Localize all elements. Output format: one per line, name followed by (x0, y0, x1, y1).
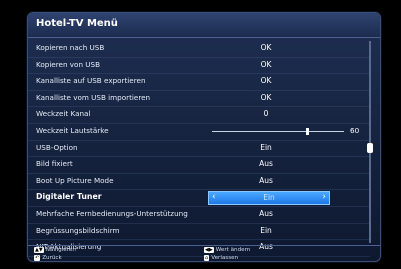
menu-item-label: Weckzeit Kanal (36, 109, 91, 119)
menu-item-value: Ein (260, 225, 272, 235)
menu-item-value: OK (260, 43, 272, 52)
menu-item-multi-remote-support[interactable]: Mehrfache Fernbedienungs-Unterstützung A… (28, 207, 370, 224)
hint-exit-label: Verlassen (211, 255, 239, 261)
menu-item-value: Aus (259, 175, 273, 185)
menu-item-label: Weckzeit Lautstärke (36, 125, 109, 135)
home-icon: ⌂ (204, 255, 210, 261)
menu-item-value: OK (260, 76, 272, 86)
menu-item-value: Aus (259, 208, 273, 218)
hotel-tv-menu: Hotel-TV Menü Kopieren nach USB OK Kopie… (27, 12, 381, 262)
hint-back-label: Zurück (42, 255, 62, 261)
menu-item-value: OK (260, 92, 272, 102)
hint-back: ↶ Zurück (34, 255, 62, 262)
up-down-arrows-icon: ▲▼ (34, 247, 44, 253)
tv-screen: Hotel-TV Menü Kopieren nach USB OK Kopie… (0, 0, 401, 269)
menu-item-digital-tuner[interactable]: Digitaler Tuner ‹ Ein › (28, 190, 370, 207)
menu-item-value: 0 (263, 109, 269, 119)
footer-hints: ▲▼ Navigieren ↶ Zurück ◀▶ Wert ändern ⌂ Verl… (28, 245, 380, 262)
menu-item-value: Ein (263, 193, 275, 203)
menu-item-alarm-volume[interactable]: Weckzeit Lautstärke 60 (28, 124, 370, 141)
menu-item-export-channel-list[interactable]: Kanalliste auf USB exportieren OK (28, 74, 370, 91)
menu-item-value: Aus (259, 159, 273, 169)
menu-item-label: Kopieren nach USB (36, 43, 105, 52)
menu-item-copy-from-usb[interactable]: Kopieren von USB OK (28, 58, 370, 75)
menu-item-picture-fixed[interactable]: Bild fixiert Aus (28, 157, 370, 174)
volume-slider-value: 60 (350, 125, 360, 135)
menu-item-label: Kopieren von USB (36, 59, 101, 69)
menu-item-label: Begrüssungsbildschirm (36, 225, 120, 235)
scrollbar-thumb[interactable] (367, 143, 373, 153)
hint-navigate-label: Navigieren (45, 247, 76, 253)
menu-item-boot-up-picture-mode[interactable]: Boot Up Picture Mode Aus (28, 174, 370, 191)
menu-item-usb-option[interactable]: USB-Option Ein (28, 141, 370, 158)
menu-item-value: OK (260, 59, 272, 69)
left-right-arrows-icon: ◀▶ (204, 247, 214, 253)
menu-list: Kopieren nach USB OK Kopieren von USB OK… (28, 41, 380, 257)
menu-item-label: Boot Up Picture Mode (36, 175, 114, 185)
menu-item-label: Digitaler Tuner (36, 192, 102, 202)
menu-title: Hotel-TV Menü (36, 18, 118, 29)
value-selector[interactable]: ‹ Ein › (208, 191, 330, 206)
menu-item-welcome-screen[interactable]: Begrüssungsbildschirm Ein (28, 224, 370, 241)
menu-item-label: Kanalliste vom USB importieren (36, 92, 151, 102)
volume-slider-knob[interactable] (306, 127, 310, 135)
menu-item-label: USB-Option (36, 142, 78, 152)
menu-item-label: Bild fixiert (36, 159, 73, 169)
scrollbar[interactable] (369, 41, 371, 243)
hint-navigate: ▲▼ Navigieren (34, 247, 76, 254)
menu-item-label: Kanalliste auf USB exportieren (36, 76, 146, 86)
menu-item-label: Mehrfache Fernbedienungs-Unterstützung (36, 208, 188, 218)
hint-exit: ⌂ Verlassen (204, 255, 238, 262)
chevron-right-icon[interactable]: › (322, 192, 326, 202)
menu-item-copy-to-usb[interactable]: Kopieren nach USB OK (28, 41, 370, 58)
hint-change-value: ◀▶ Wert ändern (204, 247, 250, 254)
menu-item-alarm-channel[interactable]: Weckzeit Kanal 0 (28, 107, 370, 124)
hint-change-value-label: Wert ändern (215, 247, 251, 253)
return-icon: ↶ (34, 255, 41, 261)
menu-item-value: Ein (260, 142, 272, 152)
title-bar: Hotel-TV Menü (28, 13, 380, 38)
volume-slider-track[interactable] (212, 130, 344, 132)
menu-item-import-channel-list[interactable]: Kanalliste vom USB importieren OK (28, 91, 370, 108)
